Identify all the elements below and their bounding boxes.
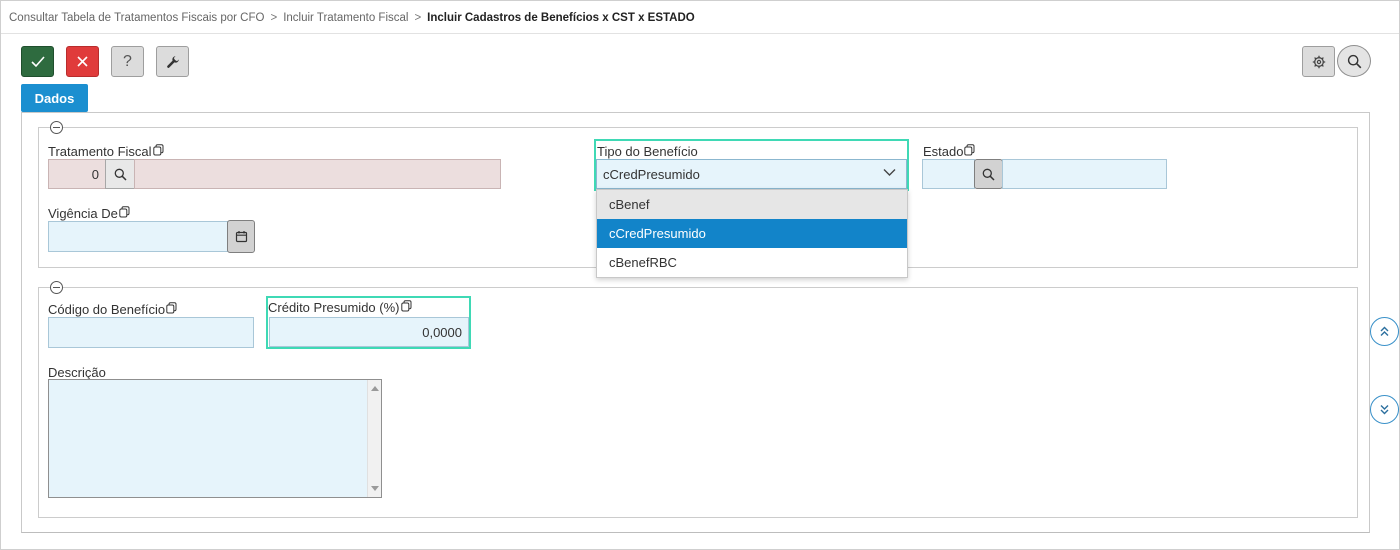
search-icon: [1347, 54, 1361, 68]
collapse-fieldset-beneficio-button[interactable]: [50, 281, 63, 294]
confirm-button[interactable]: [21, 46, 54, 77]
estado-lookup-button[interactable]: [974, 159, 1003, 189]
help-button[interactable]: ?: [111, 46, 144, 77]
tools-button[interactable]: [156, 46, 189, 77]
global-search-button[interactable]: [1337, 45, 1371, 77]
tratamento-fiscal-label: Tratamento Fiscal: [48, 144, 164, 159]
tipo-beneficio-select[interactable]: cCredPresumido: [596, 159, 907, 189]
vigencia-de-field[interactable]: [48, 221, 228, 252]
tratamento-fiscal-description-field[interactable]: [134, 159, 501, 189]
scroll-to-top-button[interactable]: [1370, 317, 1399, 346]
cancel-button[interactable]: [66, 46, 99, 77]
tipo-beneficio-dropdown: cBenef cCredPresumido cBenefRBC: [596, 189, 908, 278]
tratamento-fiscal-lookup-button[interactable]: [105, 159, 135, 189]
breadcrumb-separator: >: [270, 12, 278, 24]
double-chevron-up-icon: [1380, 326, 1389, 336]
copy-icon[interactable]: [166, 302, 177, 314]
help-icon: ?: [123, 52, 132, 70]
vigencia-de-label: Vigência De: [48, 206, 130, 221]
scroll-up-arrow-icon[interactable]: [371, 386, 379, 391]
option-ccredpresumido[interactable]: cCredPresumido: [597, 219, 907, 248]
gear-icon: [1312, 55, 1325, 68]
breadcrumb-link-consultar[interactable]: Consultar Tabela de Tratamentos Fiscais …: [9, 12, 264, 24]
copy-icon[interactable]: [152, 144, 164, 156]
copy-icon[interactable]: [119, 206, 130, 218]
option-cbenef[interactable]: cBenef: [597, 190, 907, 219]
credito-presumido-value: 0,0000: [422, 324, 462, 340]
chevron-down-icon: [883, 169, 896, 176]
wrench-icon: [166, 55, 179, 68]
header-divider: [1, 33, 1399, 34]
vigencia-de-calendar-button[interactable]: [227, 220, 255, 253]
copy-icon[interactable]: [964, 144, 975, 156]
tab-dados[interactable]: Dados: [21, 84, 88, 112]
descricao-textarea[interactable]: [48, 379, 382, 498]
settings-button[interactable]: [1302, 46, 1335, 77]
copy-icon[interactable]: [400, 300, 412, 312]
estado-code-field[interactable]: [922, 159, 975, 189]
codigo-beneficio-label: Código do Benefício: [48, 302, 177, 317]
tipo-beneficio-selected-value: cCredPresumido: [603, 166, 700, 182]
collapse-fieldset-main-button[interactable]: [50, 121, 63, 134]
estado-name-field[interactable]: [1002, 159, 1167, 189]
descricao-label: Descrição: [48, 365, 106, 380]
tratamento-fiscal-code-field[interactable]: 0: [48, 159, 106, 189]
breadcrumb-separator: >: [414, 12, 422, 24]
check-icon: [30, 55, 45, 67]
tratamento-fiscal-code-value: 0: [91, 166, 99, 182]
credito-presumido-label: Crédito Presumido (%): [268, 300, 412, 315]
scroll-down-arrow-icon[interactable]: [371, 486, 379, 491]
tipo-beneficio-label: Tipo do Benefício: [597, 144, 698, 159]
search-icon: [982, 168, 995, 181]
breadcrumb-link-incluir-tratamento[interactable]: Incluir Tratamento Fiscal: [283, 12, 408, 24]
double-chevron-down-icon: [1380, 405, 1389, 415]
codigo-beneficio-field[interactable]: [48, 317, 254, 348]
breadcrumb: Consultar Tabela de Tratamentos Fiscais …: [9, 12, 695, 24]
option-cbenefrbc[interactable]: cBenefRBC: [597, 248, 907, 277]
estado-label: Estado: [923, 144, 975, 159]
close-icon: [77, 56, 88, 67]
search-icon: [114, 168, 127, 181]
calendar-icon: [235, 231, 247, 243]
scroll-to-bottom-button[interactable]: [1370, 395, 1399, 424]
descricao-scrollbar[interactable]: [367, 380, 381, 497]
credito-presumido-field[interactable]: 0,0000: [269, 317, 469, 347]
breadcrumb-current: Incluir Cadastros de Benefícios x CST x …: [427, 12, 695, 24]
